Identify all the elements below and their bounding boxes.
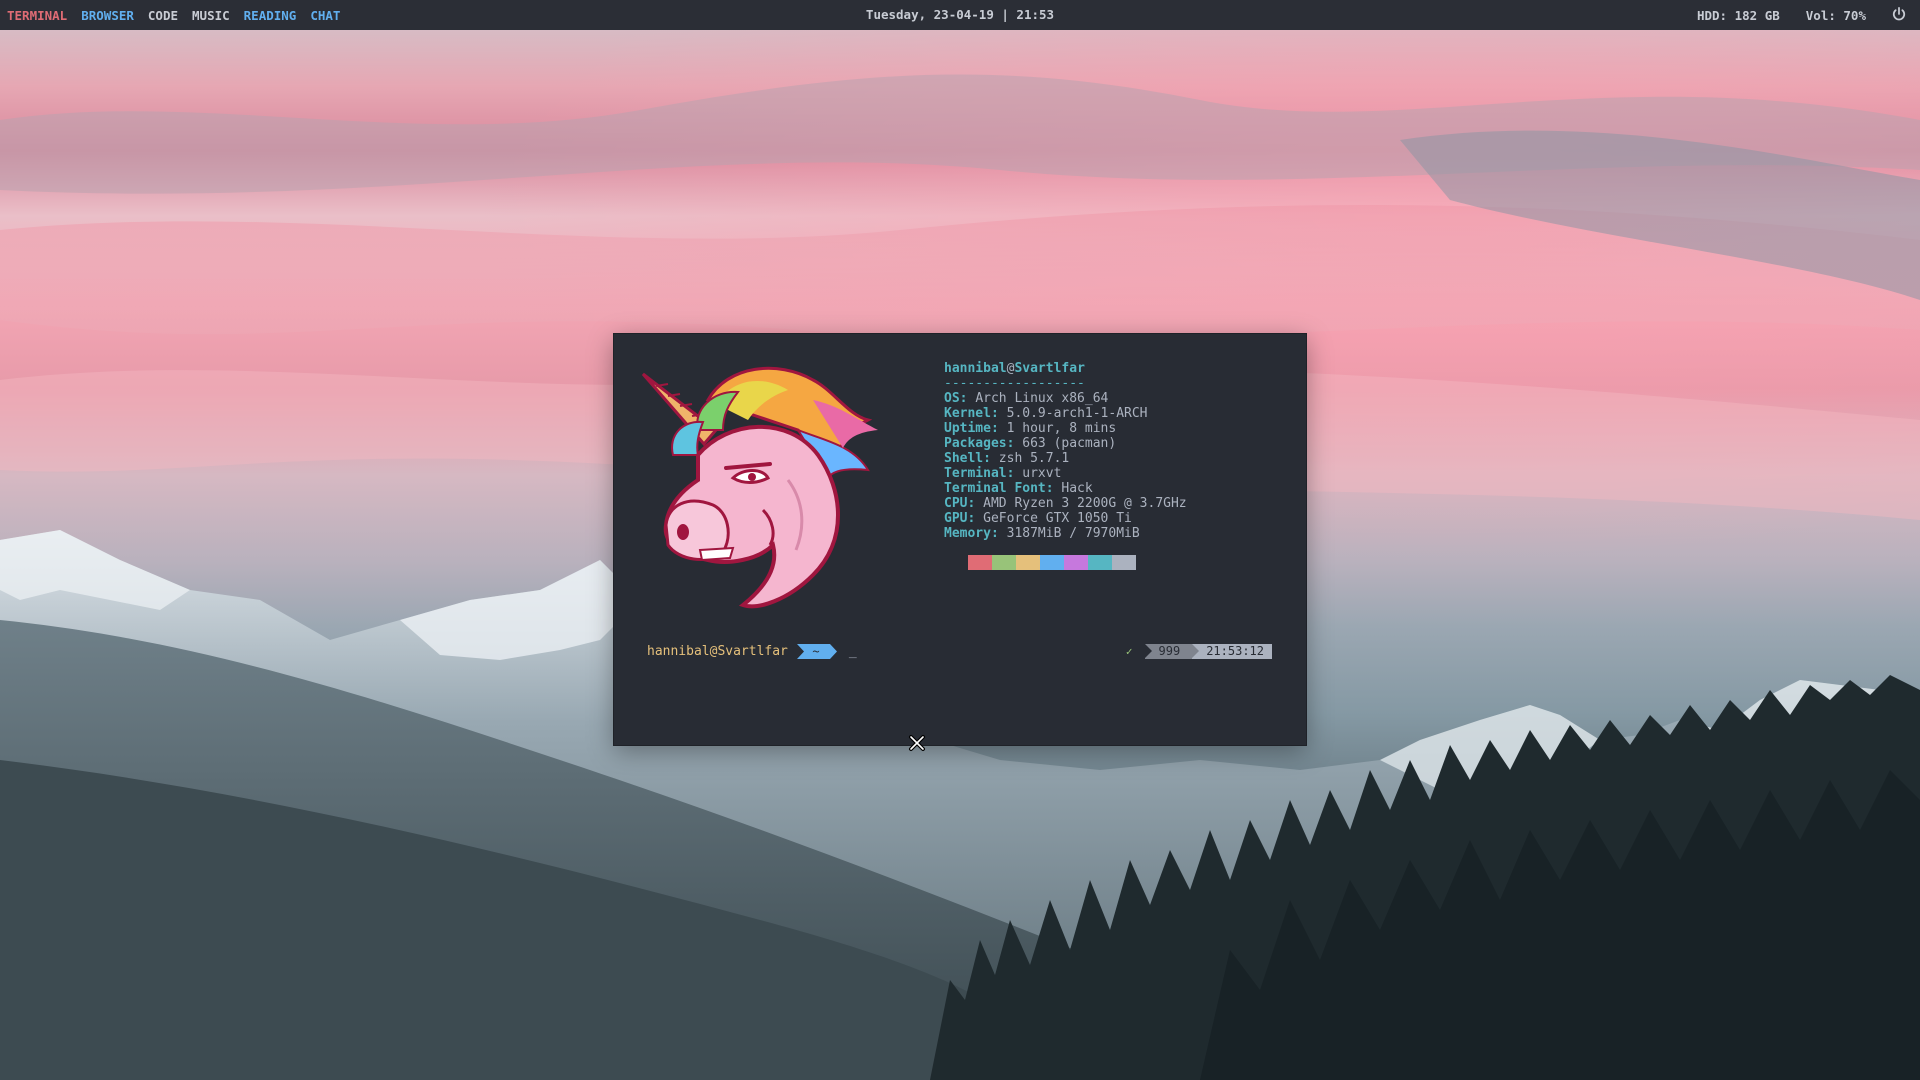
text-cursor: _ [848,644,857,659]
palette-swatch [1064,555,1088,570]
info-value-cpu: AMD Ryzen 3 2200G @ 3.7GHz [983,496,1187,511]
info-value-packages: 663 (pacman) [1022,436,1117,451]
info-key-os: OS [944,391,960,406]
system-info: hannibal@Svartlfar ------------------ OS… [944,361,1187,541]
workspace-reading[interactable]: READING [244,8,297,23]
history-count-label: 999 [1158,644,1181,658]
palette-swatch [1040,555,1064,570]
mouse-cursor-icon [909,735,925,751]
workspace-code[interactable]: CODE [148,8,178,23]
power-icon[interactable] [1892,6,1906,24]
hdd-status: HDD: 182 GB [1696,7,1780,23]
history-count: 999 [1144,644,1193,659]
info-key-kernel: Kernel [944,406,991,421]
desktop: TERMINAL BROWSER CODE MUSIC READING CHAT… [0,0,1920,1080]
shell-prompt[interactable]: hannibal@Svartlfar ~ _ [647,644,857,659]
unicorn-logo [641,366,878,609]
info-key-gpu: GPU [944,511,968,526]
color-palette [968,555,1136,570]
workspace-list: TERMINAL BROWSER CODE MUSIC READING CHAT [7,0,340,30]
info-key-terminal: Terminal [944,466,1007,481]
info-key-terminal-font: Terminal Font [944,481,1046,496]
info-separator: ------------------ [944,376,1085,391]
status-check-icon: ✓ [1125,645,1133,658]
workspace-browser[interactable]: BROWSER [81,8,134,23]
info-key-cpu: CPU [944,496,968,511]
terminal-window[interactable]: hannibal@Svartlfar ------------------ OS… [614,334,1306,745]
info-value-gpu: GeForce GTX 1050 Ti [983,511,1132,526]
palette-swatch [1112,555,1136,570]
info-value-terminal-font: Hack [1061,481,1093,496]
workspace-music[interactable]: MUSIC [192,8,230,23]
info-key-shell: Shell [944,451,984,466]
volume-status[interactable]: Vol: 70% [1806,8,1866,23]
info-value-os: Arch Linux x86_64 [975,391,1109,406]
info-host: Svartlfar [1014,361,1085,376]
right-prompt: ✓ 999 21:53:12 [1126,644,1272,659]
palette-swatch [968,555,992,570]
info-value-kernel: 5.0.9-arch1-1-ARCH [1006,406,1148,421]
info-value-terminal: urxvt [1022,466,1062,481]
info-key-memory: Memory [944,526,991,541]
workspace-chat[interactable]: CHAT [310,8,340,23]
palette-swatch [1088,555,1112,570]
system-tray: HDD: 182 GB Vol: 70% [1697,0,1906,30]
prompt-directory-label: ~ [812,645,819,659]
prompt-time-label: 21:53:12 [1206,644,1264,658]
prompt-user: hannibal@Svartlfar [647,644,788,659]
info-value-shell: zsh 5.7.1 [998,451,1070,466]
prompt-directory: ~ [796,644,837,659]
workspace-terminal[interactable]: TERMINAL [7,8,67,23]
palette-swatch [992,555,1016,570]
info-value-uptime: 1 hour, 8 mins [1006,421,1117,436]
info-value-memory: 3187MiB / 7970MiB [1006,526,1140,541]
info-key-packages: Packages [944,436,1007,451]
top-bar: TERMINAL BROWSER CODE MUSIC READING CHAT… [0,0,1920,30]
info-user: hannibal [944,361,1007,376]
prompt-time: 21:53:12 [1192,644,1272,659]
palette-swatch [1016,555,1040,570]
info-key-uptime: Uptime [944,421,991,436]
